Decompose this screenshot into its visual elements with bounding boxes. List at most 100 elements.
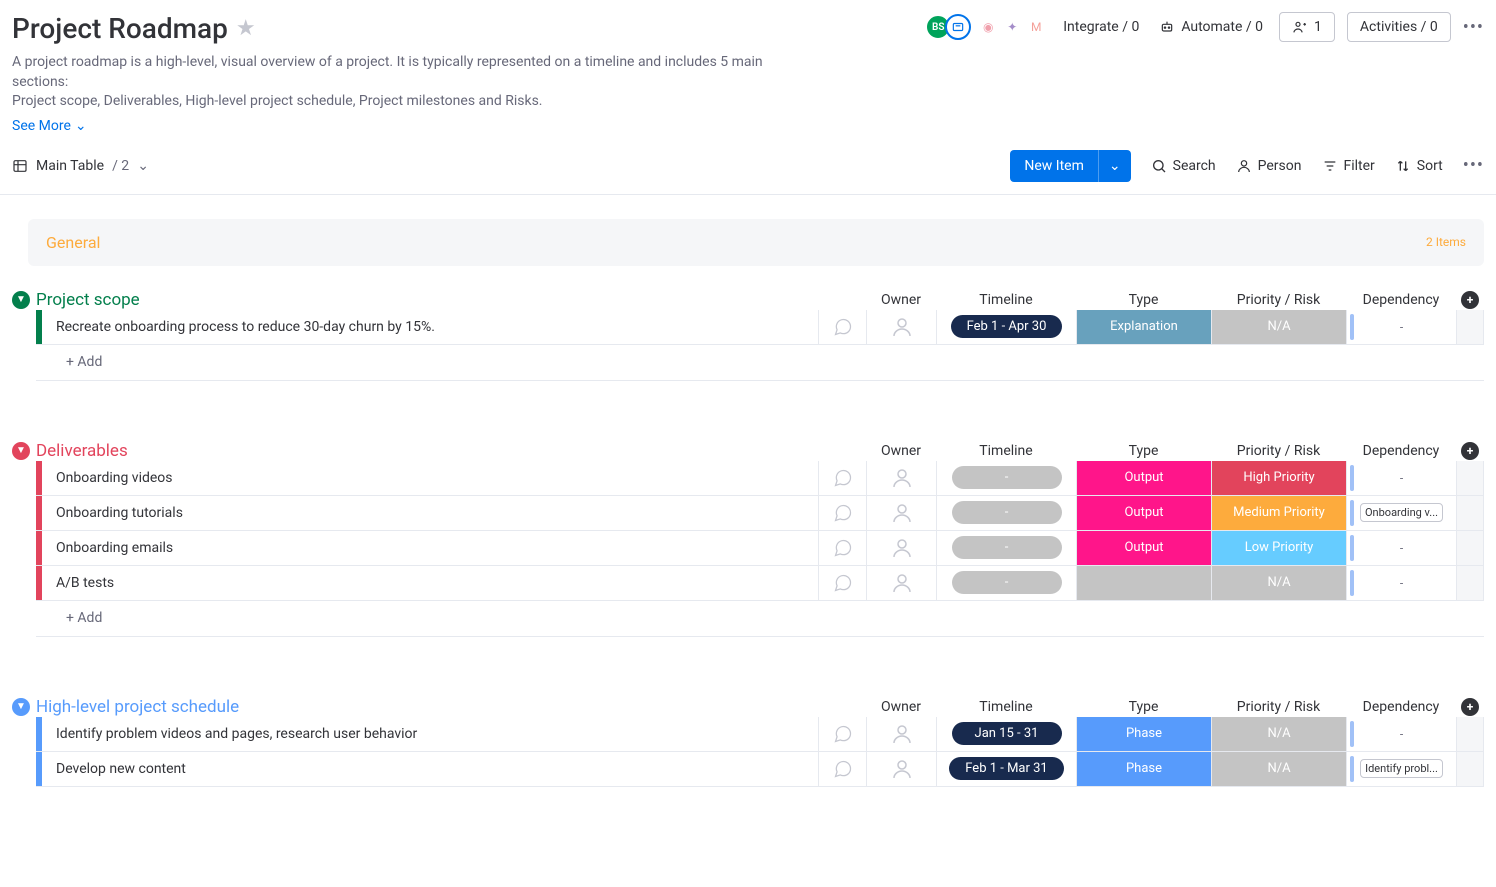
add-column-button[interactable]: + [1456, 442, 1484, 460]
dependency-cell[interactable]: - [1346, 717, 1456, 751]
integrate-link[interactable]: Integrate / 0 [1059, 13, 1143, 41]
item-name[interactable]: Onboarding emails [42, 531, 818, 565]
type-cell[interactable]: Output [1076, 496, 1211, 530]
person-filter[interactable]: Person [1236, 158, 1302, 174]
column-priority[interactable]: Priority / Risk [1211, 443, 1346, 459]
dependency-cell[interactable]: - [1346, 461, 1456, 495]
table-row[interactable]: A/B tests-N/A- [36, 566, 1484, 601]
column-priority[interactable]: Priority / Risk [1211, 699, 1346, 715]
column-timeline[interactable]: Timeline [936, 443, 1076, 459]
priority-cell[interactable]: N/A [1211, 717, 1346, 751]
dependency-tag[interactable]: Onboarding v... [1360, 503, 1443, 522]
priority-cell[interactable]: N/A [1211, 310, 1346, 344]
column-owner[interactable]: Owner [866, 292, 936, 308]
toolbar-more-icon[interactable]: ••• [1463, 155, 1484, 176]
table-row[interactable]: Onboarding tutorials -OutputMedium Priori… [36, 496, 1484, 531]
table-row[interactable]: Develop new content Feb 1 - Mar 31PhaseN/… [36, 752, 1484, 787]
group-title[interactable]: High-level project schedule [36, 697, 866, 717]
table-row[interactable]: Identify problem videos and pages, resea… [36, 717, 1484, 752]
new-item-dropdown[interactable]: ⌄ [1098, 150, 1131, 182]
type-cell[interactable]: Output [1076, 531, 1211, 565]
item-name[interactable]: Develop new content [42, 752, 818, 786]
item-name[interactable]: A/B tests [42, 566, 818, 600]
column-priority[interactable]: Priority / Risk [1211, 292, 1346, 308]
priority-cell[interactable]: Medium Priority [1211, 496, 1346, 530]
owner-cell[interactable] [866, 717, 936, 751]
timeline-cell[interactable]: Feb 1 - Apr 30 [936, 310, 1076, 344]
table-row[interactable]: Recreate onboarding process to reduce 30… [36, 310, 1484, 345]
add-item-row[interactable]: + Add [36, 345, 1484, 381]
column-dependency[interactable]: Dependency [1346, 292, 1456, 308]
activities-button[interactable]: Activities / 0 [1347, 12, 1451, 42]
search-action[interactable]: Search [1151, 158, 1216, 174]
conversation-icon[interactable] [818, 752, 866, 786]
avatar-guest-icon[interactable] [945, 14, 971, 40]
chevron-down-icon[interactable]: ⌄ [137, 158, 149, 174]
type-cell[interactable]: Phase [1076, 752, 1211, 786]
favorite-star-icon[interactable]: ★ [236, 16, 256, 41]
new-item-button[interactable]: New Item ⌄ [1010, 150, 1130, 182]
see-more-link[interactable]: See More ⌄ [12, 118, 1484, 134]
column-dependency[interactable]: Dependency [1346, 443, 1456, 459]
type-cell[interactable]: Phase [1076, 717, 1211, 751]
conversation-icon[interactable] [818, 717, 866, 751]
priority-cell[interactable]: High Priority [1211, 461, 1346, 495]
collapse-caret-icon[interactable]: ▼ [12, 291, 30, 309]
owner-cell[interactable] [866, 496, 936, 530]
owner-cell[interactable] [866, 461, 936, 495]
board-more-icon[interactable]: ••• [1463, 17, 1484, 38]
priority-cell[interactable]: Low Priority [1211, 531, 1346, 565]
invite-button[interactable]: 1 [1279, 12, 1335, 42]
dependency-cell[interactable]: - [1346, 531, 1456, 565]
sort-action[interactable]: Sort [1395, 158, 1443, 174]
item-name[interactable]: Recreate onboarding process to reduce 30… [42, 310, 818, 344]
timeline-cell[interactable]: Feb 1 - Mar 31 [936, 752, 1076, 786]
add-item-row[interactable]: + Add [36, 601, 1484, 637]
conversation-icon[interactable] [818, 496, 866, 530]
column-type[interactable]: Type [1076, 699, 1211, 715]
collapse-caret-icon[interactable]: ▼ [12, 698, 30, 716]
add-column-button[interactable]: + [1456, 291, 1484, 309]
priority-cell[interactable]: N/A [1211, 566, 1346, 600]
type-cell[interactable] [1076, 566, 1211, 600]
timeline-cell[interactable]: Jan 15 - 31 [936, 717, 1076, 751]
item-name[interactable]: Identify problem videos and pages, resea… [42, 717, 818, 751]
timeline-cell[interactable]: - [936, 566, 1076, 600]
table-row[interactable]: Onboarding videos-OutputHigh Priority- [36, 461, 1484, 496]
group-general[interactable]: General 2 Items [28, 219, 1484, 266]
item-name[interactable]: Onboarding tutorials [42, 496, 818, 530]
conversation-icon[interactable] [818, 531, 866, 565]
type-cell[interactable]: Explanation [1076, 310, 1211, 344]
conversation-icon[interactable] [818, 310, 866, 344]
owner-cell[interactable] [866, 566, 936, 600]
table-row[interactable]: Onboarding emails-OutputLow Priority- [36, 531, 1484, 566]
column-owner[interactable]: Owner [866, 443, 936, 459]
priority-cell[interactable]: N/A [1211, 752, 1346, 786]
view-name[interactable]: Main Table [36, 158, 104, 174]
collapse-caret-icon[interactable]: ▼ [12, 442, 30, 460]
column-timeline[interactable]: Timeline [936, 292, 1076, 308]
owner-cell[interactable] [866, 531, 936, 565]
dependency-cell[interactable]: - [1346, 566, 1456, 600]
dependency-cell[interactable]: Identify probl... [1346, 752, 1456, 786]
add-column-button[interactable]: + [1456, 698, 1484, 716]
group-title[interactable]: Project scope [36, 290, 866, 310]
dependency-cell[interactable]: Onboarding v... [1346, 496, 1456, 530]
filter-action[interactable]: Filter [1322, 158, 1375, 174]
item-name[interactable]: Onboarding videos [42, 461, 818, 495]
column-type[interactable]: Type [1076, 292, 1211, 308]
timeline-cell[interactable]: - [936, 531, 1076, 565]
timeline-cell[interactable]: - [936, 496, 1076, 530]
owner-cell[interactable] [866, 752, 936, 786]
column-dependency[interactable]: Dependency [1346, 699, 1456, 715]
board-title[interactable]: Project Roadmap [12, 12, 228, 45]
column-timeline[interactable]: Timeline [936, 699, 1076, 715]
conversation-icon[interactable] [818, 461, 866, 495]
dependency-cell[interactable]: - [1346, 310, 1456, 344]
timeline-cell[interactable]: - [936, 461, 1076, 495]
column-owner[interactable]: Owner [866, 699, 936, 715]
dependency-tag[interactable]: Identify probl... [1360, 759, 1443, 778]
member-avatars[interactable]: BS [925, 14, 965, 40]
type-cell[interactable]: Output [1076, 461, 1211, 495]
group-title[interactable]: Deliverables [36, 441, 866, 461]
